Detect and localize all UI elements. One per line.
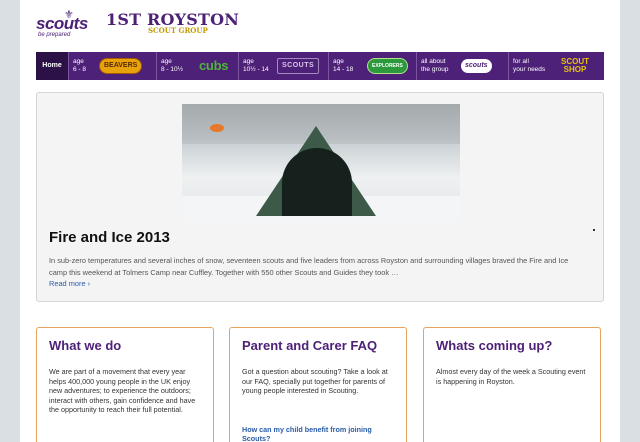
beavers-badge-icon: BEAVERS — [99, 58, 143, 74]
explorers-badge-icon: EXPLORERS — [367, 58, 408, 74]
nav-age-label: age 10½ - 14 — [243, 58, 269, 73]
nav-explorers[interactable]: age 14 - 18 EXPLORERS — [329, 52, 417, 80]
scouts-badge-icon: SCOUTS — [277, 58, 320, 74]
card-whats-coming-up: Whats coming up? Almost every day of the… — [423, 327, 601, 442]
card-text: We are part of a movement that every yea… — [49, 367, 196, 415]
nav-cubs[interactable]: age 8 - 10½ cubs — [157, 52, 239, 80]
group-subtitle: SCOUT GROUP — [148, 26, 208, 35]
scout-shop-badge-icon: SCOUT SHOP — [561, 57, 589, 74]
scouts-logo-badge-icon: scouts — [461, 59, 492, 73]
card-title[interactable]: What we do — [49, 338, 121, 353]
nav-beavers[interactable]: age 6 - 8 BEAVERS — [69, 52, 157, 80]
photo-tent-opening — [282, 148, 352, 216]
logo-tagline: be prepared — [38, 32, 71, 38]
featured-excerpt: In sub-zero temperatures and several inc… — [49, 256, 569, 277]
read-more-link[interactable]: Read more › — [49, 279, 90, 288]
nav-about-group[interactable]: all about the group scouts — [417, 52, 509, 80]
photo-campfire — [210, 124, 224, 132]
card-text: Got a question about scouting? Take a lo… — [242, 367, 388, 396]
nav-shop-label: for all your needs — [513, 58, 546, 73]
card-what-we-do: What we do We are part of a movement tha… — [36, 327, 214, 442]
card-title[interactable]: Parent and Carer FAQ — [242, 338, 377, 353]
card-text: Almost every day of the week a Scouting … — [436, 367, 586, 386]
nav-home[interactable]: Home — [36, 52, 69, 80]
nav-age-label: age 8 - 10½ — [161, 58, 184, 73]
nav-scouts[interactable]: age 10½ - 14 SCOUTS — [239, 52, 329, 80]
faq-link[interactable]: How can my child benefit from joining Sc… — [242, 425, 396, 442]
nav-age-label: age 6 - 8 — [73, 58, 87, 73]
featured-title[interactable]: Fire and Ice 2013 — [49, 229, 170, 246]
logo-word: scouts — [36, 14, 88, 33]
nav-shop[interactable]: for all your needs SCOUT SHOP — [509, 52, 604, 80]
main-nav: Home age 6 - 8 BEAVERS age 8 - 10½ cubs ag… — [36, 52, 604, 80]
carousel-dot-icon[interactable] — [593, 229, 595, 231]
card-parent-faq: Parent and Carer FAQ Got a question abou… — [229, 327, 407, 442]
card-title[interactable]: Whats coming up? — [436, 338, 552, 353]
nav-age-label: age 14 - 18 — [333, 58, 354, 73]
featured-photo[interactable] — [182, 104, 460, 222]
nav-about-label: all about the group — [421, 58, 449, 73]
scouts-logo[interactable]: ⚜ scouts be prepared — [36, 8, 96, 40]
featured-story: Fire and Ice 2013 In sub-zero temperatur… — [36, 92, 604, 302]
page: ⚜ scouts be prepared 1ST ROYSTON SCOUT G… — [20, 0, 620, 442]
cubs-badge-icon: cubs — [199, 58, 229, 73]
